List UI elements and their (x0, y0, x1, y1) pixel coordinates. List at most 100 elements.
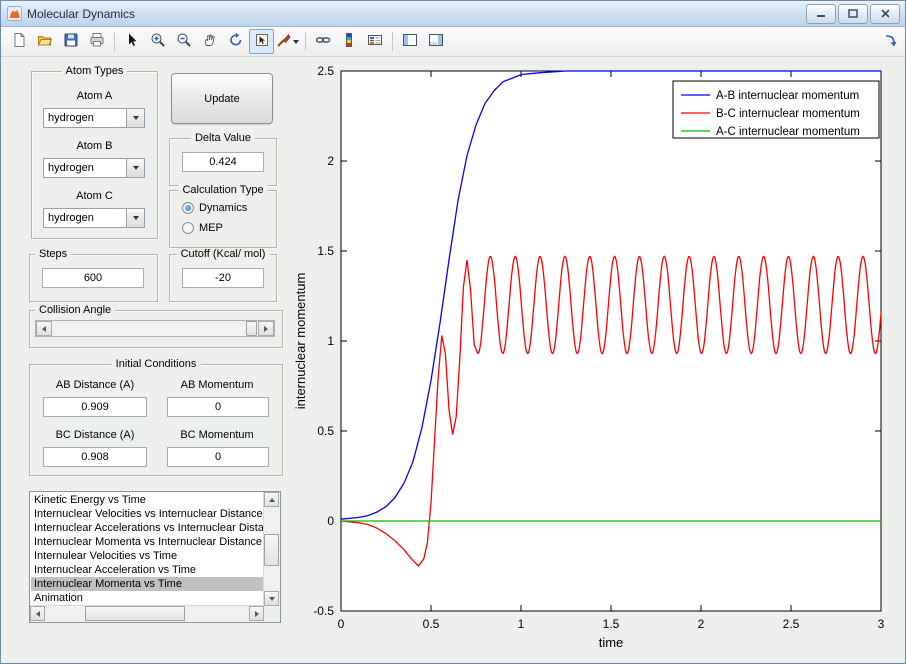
rotate-3d-button[interactable] (223, 29, 248, 54)
pan-button[interactable] (197, 29, 222, 54)
atom-c-label: Atom C (32, 190, 157, 202)
data-cursor-button[interactable] (249, 29, 274, 54)
window-title: Molecular Dynamics (27, 7, 135, 21)
steps-field[interactable]: 600 (42, 268, 144, 288)
list-item[interactable]: Internuclear Momenta vs Time (31, 577, 264, 591)
x-tick-label: 2 (698, 617, 705, 631)
y-tick-label: 0.5 (317, 424, 334, 438)
scroll-down-button[interactable] (264, 591, 279, 606)
colorbar-icon (341, 32, 357, 51)
y-tick-label: 1.5 (317, 244, 334, 258)
steps-title: Steps (35, 248, 71, 260)
brush-button[interactable] (275, 29, 300, 54)
update-button[interactable]: Update (171, 73, 273, 124)
slider-thumb[interactable] (246, 321, 257, 336)
calculation-type-panel: Calculation Type Dynamics MEP (169, 190, 277, 248)
scroll-left-button[interactable] (30, 606, 45, 621)
insert-legend-button[interactable] (362, 29, 387, 54)
zoom-out-button[interactable] (171, 29, 196, 54)
chevron-down-icon (133, 116, 139, 120)
radio-dynamics[interactable]: Dynamics (182, 202, 247, 214)
scroll-right-button[interactable] (249, 606, 264, 621)
ab-distance-label: AB Distance (A) (40, 379, 150, 391)
link-plot-button[interactable] (310, 29, 335, 54)
atom-a-label: Atom A (32, 90, 157, 102)
atom-a-dropdown[interactable]: hydrogen (43, 108, 145, 128)
maximize-button[interactable] (838, 4, 868, 24)
chevron-down-icon (133, 166, 139, 170)
x-tick-label: 1.5 (603, 617, 620, 631)
toolbar-separator (305, 32, 306, 51)
insert-colorbar-button[interactable] (336, 29, 361, 54)
atom-types-panel: Atom Types Atom A hydrogen Atom B hydrog… (31, 71, 158, 239)
plot-type-list: Kinetic Energy vs TimeInternuclear Veloc… (31, 493, 264, 606)
atom-b-value: hydrogen (44, 159, 126, 177)
ab-momentum-field[interactable]: 0 (167, 397, 269, 417)
radio-icon (182, 202, 194, 214)
dropdown-arrow-button[interactable] (126, 159, 144, 177)
chart-legend[interactable]: A-B internuclear momentumB-C internuclea… (673, 81, 879, 138)
zoom-in-button[interactable] (145, 29, 170, 54)
open-file-button[interactable] (32, 29, 57, 54)
arrow-right-icon (264, 326, 268, 332)
edit-plot-button[interactable] (119, 29, 144, 54)
plot-type-listbox[interactable]: Kinetic Energy vs TimeInternuclear Veloc… (29, 491, 281, 623)
toolbar-separator (114, 32, 115, 51)
bc-momentum-label: BC Momentum (162, 429, 272, 441)
atom-b-dropdown[interactable]: hydrogen (43, 158, 145, 178)
save-button[interactable] (58, 29, 83, 54)
ab-distance-field[interactable]: 0.909 (43, 397, 147, 417)
horizontal-scrollbar[interactable] (30, 605, 264, 622)
plot-area[interactable] (341, 71, 881, 611)
brush-icon (276, 32, 292, 51)
legend-entry-label: A-B internuclear momentum (716, 90, 859, 102)
list-item[interactable]: Kinetic Energy vs Time (31, 493, 264, 507)
close-button[interactable] (870, 4, 900, 24)
bc-distance-field[interactable]: 0.908 (43, 447, 147, 467)
slider-left-arrow-button[interactable] (36, 321, 52, 336)
ab-momentum-label: AB Momentum (162, 379, 272, 391)
radio-dynamics-label: Dynamics (199, 202, 247, 214)
list-item[interactable]: Internulear Velocities vs Time (31, 549, 264, 563)
pointer-icon (124, 32, 140, 51)
new-figure-button[interactable] (6, 29, 31, 54)
vertical-scrollbar-thumb[interactable] (264, 534, 279, 566)
collision-angle-slider[interactable] (35, 320, 275, 337)
arrow-down-icon (269, 597, 275, 601)
vertical-scrollbar[interactable] (263, 492, 280, 606)
scroll-up-button[interactable] (264, 492, 279, 507)
show-plot-tools-button[interactable] (423, 29, 448, 54)
hide-plot-tools-button[interactable] (397, 29, 422, 54)
atom-c-dropdown[interactable]: hydrogen (43, 208, 145, 228)
dock-figure-button[interactable] (880, 32, 900, 52)
dropdown-arrow-button[interactable] (126, 209, 144, 227)
x-tick-label: 0 (338, 617, 345, 631)
print-button[interactable] (84, 29, 109, 54)
new-icon (11, 32, 27, 51)
link-plot-icon (315, 32, 331, 51)
list-item[interactable]: Internuclear Momenta vs Internuclear Dis… (31, 535, 264, 549)
list-item[interactable]: Animation (31, 591, 264, 605)
minimize-button[interactable] (806, 4, 836, 24)
slider-right-arrow-button[interactable] (258, 321, 274, 336)
cutoff-field[interactable]: -20 (182, 268, 264, 288)
y-tick-label: 2 (327, 154, 334, 168)
bc-momentum-field[interactable]: 0 (167, 447, 269, 467)
list-item[interactable]: Internuclear Velocities vs Internuclear … (31, 507, 264, 521)
x-tick-label: 2.5 (783, 617, 800, 631)
initial-conditions-title: Initial Conditions (112, 358, 201, 370)
open-icon (37, 32, 53, 51)
atom-b-label: Atom B (32, 140, 157, 152)
list-item[interactable]: Internuclear Accelerations vs Internucle… (31, 521, 264, 535)
arrow-left-icon (36, 611, 40, 617)
horizontal-scrollbar-thumb[interactable] (85, 606, 185, 621)
window: Molecular Dynamics Atom Types Atom A (0, 0, 906, 664)
delta-value-field[interactable]: 0.424 (182, 152, 264, 172)
brush-dropdown-icon[interactable] (293, 40, 299, 44)
dropdown-arrow-button[interactable] (126, 109, 144, 127)
save-icon (63, 32, 79, 51)
radio-mep[interactable]: MEP (182, 222, 223, 234)
calculation-type-title: Calculation Type (178, 184, 267, 196)
y-tick-label: -0.5 (313, 604, 334, 618)
list-item[interactable]: Internuclear Acceleration vs Time (31, 563, 264, 577)
